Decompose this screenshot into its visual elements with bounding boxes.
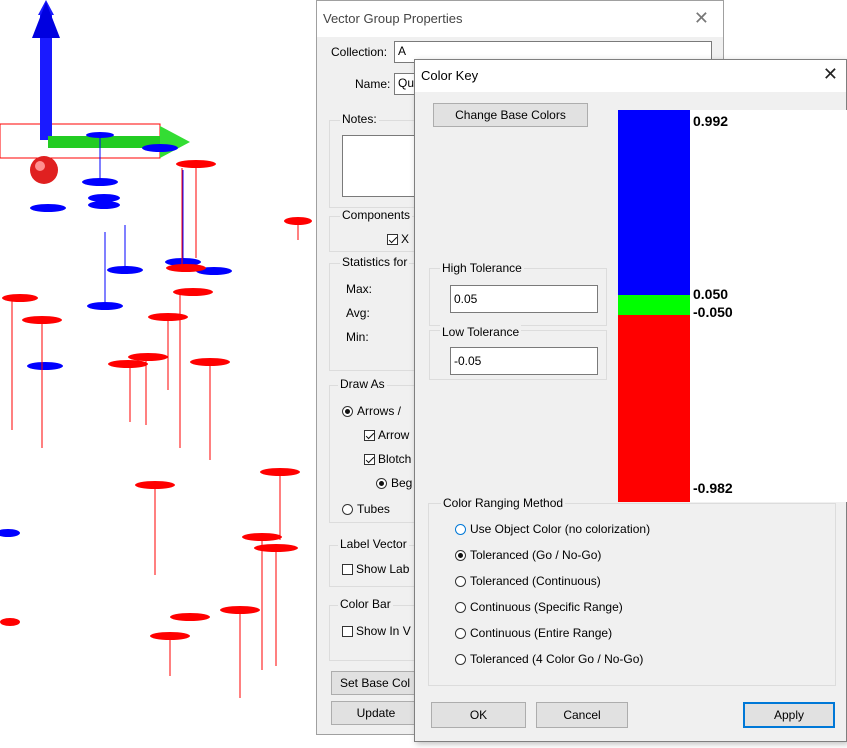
name-label: Name: [355,77,391,91]
color-key-title: Color Key [421,68,479,83]
low-tolerance-label: Low Tolerance [440,325,522,339]
update-button[interactable]: Update [331,701,421,725]
high-tolerance-label: High Tolerance [440,261,524,275]
color-bar-group: Color Bar Show In V [329,597,419,661]
blotch-checkbox-label: Blotch [378,452,412,466]
arrows-radio[interactable]: Arrows / [342,404,401,418]
show-label-checkbox-label: Show Lab [356,562,410,576]
color-bar-low-value: -0.050 [693,304,733,320]
components-group: Components X [329,208,419,252]
vgp-titlebar[interactable]: Vector Group Properties ✕ [317,1,723,37]
tubes-radio-label: Tubes [357,502,390,516]
method-option-label: Toleranced (Go / No-Go) [470,548,602,562]
beg-radio-label: Beg [391,476,413,490]
color-bar-mid-segment [618,295,690,315]
high-tolerance-group: High Tolerance 0.05 [429,261,607,326]
draw-as-group: Draw As Arrows / Arrow Blotch Beg Tubes [329,377,419,523]
method-option-label: Toleranced (Continuous) [470,574,601,588]
components-label: Components [340,208,413,222]
avg-label: Avg: [346,306,370,320]
method-option-label: Continuous (Specific Range) [470,600,623,614]
method-option-label: Toleranced (4 Color Go / No-Go) [470,652,644,666]
high-tolerance-input[interactable]: 0.05 [450,285,598,313]
color-bar: 0.992 0.050 -0.050 -0.982 [618,110,847,502]
method-option-3[interactable]: Continuous (Specific Range) [455,600,623,614]
color-ranging-method-group: Color Ranging Method Use Object Color (n… [428,496,836,686]
method-option-0[interactable]: Use Object Color (no colorization) [455,522,650,536]
label-vectors-label: Label Vector [338,537,409,551]
collection-label: Collection: [331,45,388,59]
statistics-label: Statistics for [340,255,410,269]
low-tolerance-input[interactable]: -0.05 [450,347,598,375]
vgp-title: Vector Group Properties [323,11,463,26]
color-ranging-method-label: Color Ranging Method [441,496,566,510]
arrow-checkbox[interactable]: Arrow [364,428,409,442]
min-label: Min: [346,330,369,344]
low-tolerance-group: Low Tolerance -0.05 [429,325,607,380]
set-base-colors-button[interactable]: Set Base Col [331,671,421,695]
tubes-radio[interactable]: Tubes [342,502,390,516]
blotch-checkbox[interactable]: Blotch [364,452,411,466]
method-option-5[interactable]: Toleranced (4 Color Go / No-Go) [455,652,643,666]
beg-radio[interactable]: Beg [376,476,412,490]
show-in-view-checkbox-label: Show In V [356,624,411,638]
statistics-group: Statistics for Max: Avg: Min: [329,255,419,371]
method-option-label: Continuous (Entire Range) [470,626,613,640]
color-bar-top-value: 0.992 [693,113,729,129]
method-option-1[interactable]: Toleranced (Go / No-Go) [455,548,601,562]
label-vectors-group: Label Vector Show Lab [329,537,419,587]
apply-button[interactable]: Apply [743,702,835,728]
method-option-label: Use Object Color (no colorization) [470,522,651,536]
color-bar-high-value: 0.050 [693,286,729,302]
color-bar-high-segment [618,110,690,295]
blue-vector-blotches [0,132,232,537]
color-key-dialog: Color Key ✕ Change Base Colors High Tole… [414,59,847,742]
notes-textarea[interactable] [342,135,418,197]
draw-as-label: Draw As [338,377,387,391]
arrow-checkbox-label: Arrow [378,428,410,442]
color-bar-label: Color Bar [338,597,393,611]
coordinate-axes [0,0,190,184]
show-label-checkbox[interactable]: Show Lab [342,562,409,576]
close-icon[interactable]: ✕ [823,64,838,85]
notes-group: Notes: [329,112,419,208]
red-vector-blotches [0,160,312,698]
method-option-4[interactable]: Continuous (Entire Range) [455,626,612,640]
ok-button[interactable]: OK [431,702,526,728]
close-icon[interactable]: ✕ [694,8,709,29]
change-base-colors-button[interactable]: Change Base Colors [433,103,588,127]
method-option-2[interactable]: Toleranced (Continuous) [455,574,601,588]
cancel-button[interactable]: Cancel [536,702,628,728]
arrows-radio-label: Arrows / [357,404,402,418]
component-x-label: X [401,232,410,246]
max-label: Max: [346,282,373,296]
color-key-titlebar[interactable]: Color Key ✕ [415,60,846,92]
show-in-view-checkbox[interactable]: Show In V [342,624,411,638]
component-x-checkbox[interactable]: X [387,232,409,246]
color-bar-bottom-value: -0.982 [693,480,733,496]
color-bar-low-segment [618,315,690,502]
notes-label: Notes: [340,112,379,126]
